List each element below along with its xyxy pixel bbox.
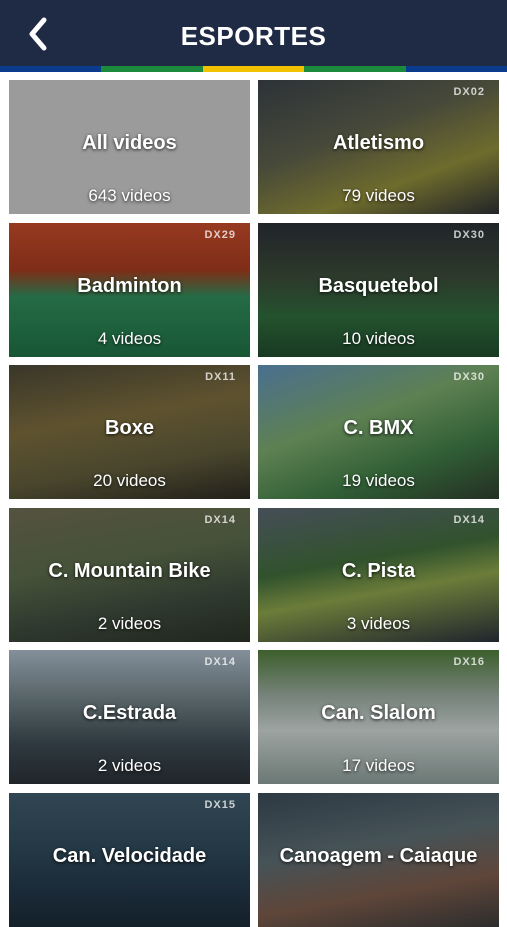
video-count: 20 videos [93, 471, 166, 490]
sport-name: C. Pista [341, 559, 416, 582]
channel-tag: DX15 [204, 798, 236, 811]
sport-tile[interactable]: Canoagem - Caiaque [258, 792, 499, 927]
sport-tile[interactable]: DX14 C. Pista 3 videos [258, 507, 499, 642]
channel-tag: DX16 [453, 656, 485, 668]
sport-tile[interactable]: DX14 C.Estrada 2 videos [9, 650, 250, 784]
sport-tile[interactable]: All videos 643 videos [9, 80, 250, 214]
app-header: ESPORTES [0, 0, 507, 66]
sport-name: Can. Velocidade [52, 844, 207, 867]
sport-name: C.Estrada [82, 702, 177, 724]
channel-tag: DX11 [205, 371, 236, 383]
sport-name: All videos [82, 132, 177, 154]
sport-tile[interactable]: DX11 Boxe 20 videos [9, 365, 250, 499]
video-count: 19 videos [342, 471, 415, 490]
sport-name: C. Mountain Bike [48, 559, 211, 582]
video-count: 643 videos [88, 186, 171, 205]
channel-tag: DX14 [453, 513, 485, 526]
channel-tag: DX14 [204, 656, 236, 668]
video-count: 10 videos [342, 328, 415, 348]
sport-tile[interactable]: DX15 Can. Velocidade [9, 792, 250, 927]
sport-name: Canoagem - Caiaque [279, 844, 478, 867]
channel-tag: DX02 [453, 86, 485, 98]
video-count: 2 videos [97, 613, 162, 633]
sport-name: Basquetebol [318, 274, 439, 297]
sport-tile[interactable]: DX29 Badminton 4 videos [9, 222, 250, 357]
sport-name: Atletismo [332, 132, 425, 154]
chevron-left-icon [29, 17, 47, 51]
channel-tag: DX29 [204, 228, 236, 241]
video-count: 4 videos [97, 328, 162, 348]
sport-name: Badminton [77, 274, 182, 297]
video-count: 2 videos [97, 756, 162, 775]
sport-tile[interactable]: DX16 Can. Slalom 17 videos [258, 650, 499, 784]
sport-name: Can. Slalom [321, 702, 436, 724]
sport-tile[interactable]: DX14 C. Mountain Bike 2 videos [9, 507, 250, 642]
channel-tag: DX14 [204, 513, 236, 526]
sport-tile[interactable]: DX30 Basquetebol 10 videos [258, 222, 499, 357]
sport-name: C. BMX [343, 417, 414, 439]
page-title: ESPORTES [180, 21, 327, 51]
video-count: 79 videos [342, 186, 415, 205]
channel-tag: DX30 [453, 228, 485, 241]
video-count: 17 videos [342, 756, 415, 775]
sports-grid: All videos 643 videos DX02 Atletismo 79 vide… [0, 72, 507, 927]
video-count: 3 videos [346, 613, 411, 633]
sport-tile[interactable]: DX30 C. BMX 19 videos [258, 365, 499, 499]
sport-name: Boxe [105, 417, 154, 439]
back-button[interactable] [22, 12, 62, 56]
sport-tile[interactable]: DX02 Atletismo 79 videos [258, 80, 499, 214]
channel-tag: DX30 [453, 371, 485, 383]
